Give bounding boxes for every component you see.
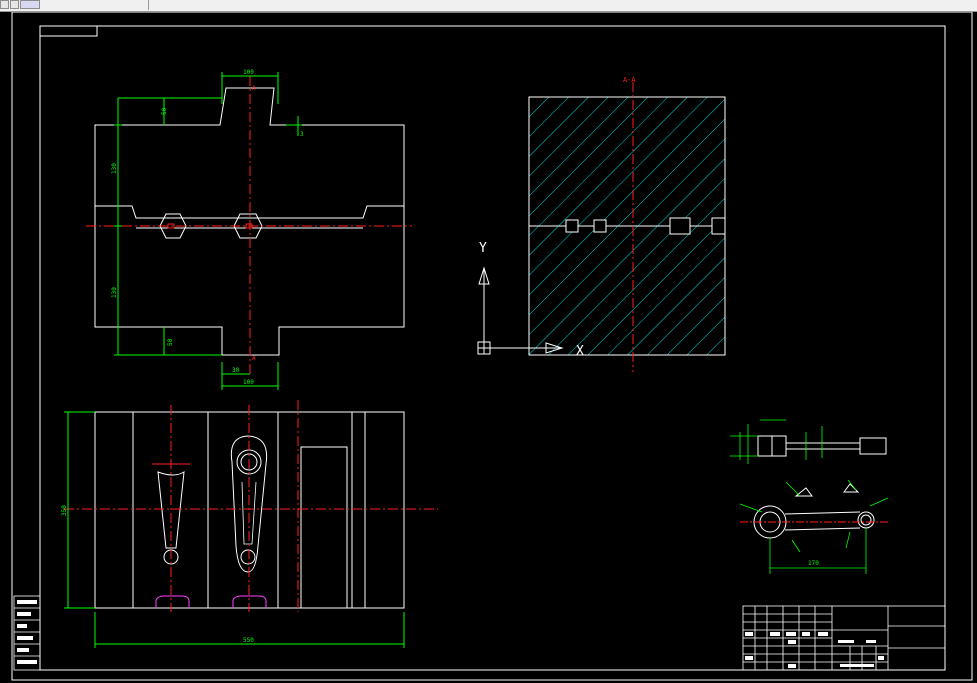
window-toolbar [0,0,977,12]
front-view-pocket [300,446,348,609]
toolbar-separator [148,0,149,10]
dim-left-lower-large: 130 [111,287,118,298]
sheet-outer-border [11,12,973,681]
part-small-end-bore [240,549,256,565]
left-revision-strip [13,595,41,671]
dim-left-upper-large: 130 [111,163,118,174]
dim-left-lower-small: 50 [167,338,174,346]
dim-bottom-width: 100 [243,379,254,386]
part-detail-side-dims [730,419,823,464]
toolbar-button-1[interactable] [0,0,9,9]
toolbar-button-3[interactable] [20,0,40,9]
title-block [742,605,946,671]
title-block-cell-marks [745,632,884,668]
cad-drawing-canvas[interactable]: 100 A 50 130 130 50 30 A 100 3 A-A Y X 3… [0,12,977,683]
front-view-dimensions [64,411,405,648]
axis-y-label: Y [479,241,487,256]
toolbar-button-2[interactable] [10,0,19,9]
dim-part-length: 170 [808,560,819,567]
dim-front-height: 350 [61,505,68,516]
dim-bottom-gate: 30 [232,367,240,374]
dim-top-center: A [252,85,256,92]
dim-bottom-center: A [252,355,256,362]
axis-x-label: X [576,344,584,359]
part-detail-top [753,483,875,539]
drawing-number-box [39,25,98,37]
dim-left-upper-small: 50 [161,107,168,115]
dim-top-width: 100 [243,69,254,76]
top-view-dimensions [114,72,302,390]
dim-front-width: 550 [243,637,254,644]
section-label: A-A [623,76,636,84]
dim-right-small: 3 [300,131,304,138]
